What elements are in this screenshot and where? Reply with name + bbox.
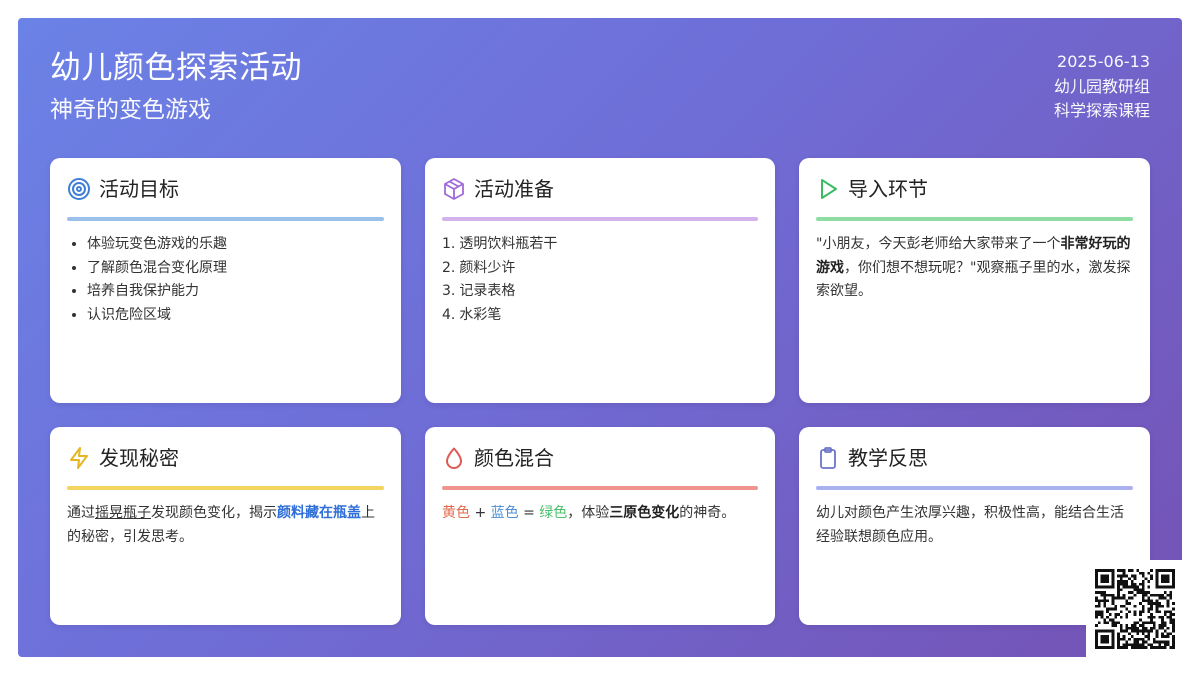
play-icon	[816, 177, 840, 201]
intro-text: "小朋友，今天彭老师给大家带来了一个非常好玩的游戏，你们想不想玩呢？"观察瓶子里…	[816, 236, 1131, 299]
card-title: 导入环节	[848, 177, 928, 201]
yellow-label: 黄色	[442, 505, 470, 521]
box-icon	[442, 177, 466, 201]
card-title: 发现秘密	[99, 446, 179, 470]
group-label: 幼儿园教研组	[1053, 76, 1150, 96]
list-item: 4. 水彩笔	[442, 306, 502, 323]
card-title: 颜色混合	[474, 446, 554, 470]
list-item: 2. 颜料少许	[442, 259, 516, 276]
accent-bar	[816, 486, 1133, 490]
list-item: 3. 记录表格	[442, 283, 516, 299]
accent-bar	[442, 486, 758, 490]
page-subtitle: 神奇的变色游戏	[50, 97, 211, 123]
date-label: 2025-06-13	[1057, 52, 1150, 71]
card-header: 导入环节	[816, 174, 1133, 204]
materials-list: 1. 透明饮料瓶若干 2. 颜料少许 3. 记录表格 4. 水彩笔	[442, 233, 758, 327]
card-header: 颜色混合	[442, 443, 758, 473]
list-item: 培养自我保护能力	[87, 280, 384, 304]
green-label: 绿色	[539, 505, 568, 521]
list-item: 认识危险区域	[87, 304, 384, 328]
list-item: 了解颜色混合变化原理	[87, 257, 384, 281]
qr-code-icon	[1095, 569, 1175, 649]
card-title: 活动目标	[99, 177, 179, 201]
target-icon	[67, 177, 91, 201]
blue-label: 蓝色	[490, 505, 519, 521]
mixing-text: 黄色 + 蓝色 = 绿色，体验三原色变化的神奇。	[442, 505, 736, 521]
lightning-icon	[67, 446, 91, 470]
reflection-text: 幼儿对颜色产生浓厚兴趣，积极性高，能结合生活经验联想颜色应用。	[816, 505, 1124, 545]
drop-icon	[442, 446, 466, 470]
card-title: 教学反思	[848, 446, 928, 470]
card-header: 发现秘密	[67, 443, 384, 473]
course-label: 科学探索课程	[1053, 101, 1150, 120]
list-item: 1. 透明饮料瓶若干	[442, 236, 558, 252]
list-item: 体验玩变色游戏的乐趣	[87, 233, 384, 257]
card-header: 教学反思	[816, 443, 1133, 473]
accent-bar	[442, 217, 758, 221]
clipboard-icon	[816, 446, 840, 470]
card-color-mixing: 颜色混合 黄色 + 蓝色 = 绿色，体验三原色变化的神奇。	[425, 427, 775, 625]
card-preparation: 活动准备 1. 透明饮料瓶若干 2. 颜料少许 3. 记录表格 4. 水彩笔	[425, 158, 775, 403]
accent-bar	[67, 486, 384, 490]
card-header: 活动准备	[442, 174, 758, 204]
card-goals: 活动目标 体验玩变色游戏的乐趣 了解颜色混合变化原理 培养自我保护能力 认识危险…	[50, 158, 401, 403]
header: 幼儿颜色探索活动 神奇的变色游戏 2025-06-13 幼儿园教研组 科学探索课…	[50, 48, 1150, 138]
accent-bar	[816, 217, 1133, 221]
card-discover: 发现秘密 通过摇晃瓶子发现颜色变化，揭示颜料藏在瓶盖上的秘密，引发思考。	[50, 427, 401, 625]
card-introduction: 导入环节 "小朋友，今天彭老师给大家带来了一个非常好玩的游戏，你们想不想玩呢？"…	[799, 158, 1150, 403]
card-title: 活动准备	[474, 177, 554, 201]
page-title: 幼儿颜色探索活动	[50, 50, 302, 86]
card-header: 活动目标	[67, 174, 384, 204]
accent-bar	[67, 217, 384, 221]
discover-text: 通过摇晃瓶子发现颜色变化，揭示颜料藏在瓶盖上的秘密，引发思考。	[67, 505, 375, 545]
goals-list: 体验玩变色游戏的乐趣 了解颜色混合变化原理 培养自我保护能力 认识危险区域	[67, 233, 384, 327]
header-meta: 2025-06-13 幼儿园教研组 科学探索课程	[1054, 50, 1150, 124]
qr-code[interactable]	[1086, 560, 1182, 657]
